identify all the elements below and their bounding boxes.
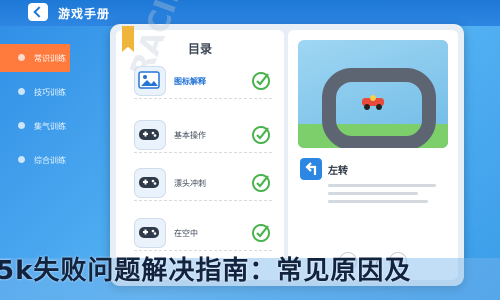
headline-overlay: 5k失败问题解决指南：常见原因及 (0, 256, 412, 286)
track-preview-image (298, 40, 448, 148)
check-icon (250, 222, 272, 244)
toc-entry-label: 图标解释 (174, 76, 206, 86)
sidebar-item-common[interactable]: 常识训练 (0, 44, 70, 72)
sidebar-item-label: 集气训练 (34, 121, 66, 131)
turn-left-icon (300, 158, 322, 180)
gamepad-icon (134, 168, 166, 198)
description-line (328, 192, 418, 195)
back-button[interactable] (28, 3, 48, 21)
check-icon (250, 172, 272, 194)
check-icon (250, 70, 272, 92)
toc-entry[interactable]: 漂头冲刺 (134, 166, 272, 201)
toc-entry[interactable]: 在空中 (134, 216, 272, 251)
gamepad-icon (134, 120, 166, 150)
toc-entry-label: 在空中 (174, 228, 198, 238)
detail-page: 左转 ‹ 1/7 › (288, 30, 458, 280)
image-icon (134, 66, 166, 96)
sidebar-item-skill[interactable]: 技巧训练 (0, 78, 70, 106)
gamepad-icon (134, 218, 166, 248)
check-icon (250, 124, 272, 146)
sidebar-item-boost[interactable]: 集气训练 (0, 112, 70, 140)
app-title: 游戏手册 (58, 7, 111, 21)
detail-title: 左转 (328, 166, 348, 177)
sidebar-item-label: 常识训练 (34, 53, 66, 63)
toc-title: 目录 (187, 42, 212, 56)
top-bar: 游戏手册 (0, 0, 500, 26)
sidebar-item-combined[interactable]: 综合训练 (0, 146, 70, 174)
sidebar-item-label: 技巧训练 (34, 87, 66, 97)
toc-entry[interactable]: 基本操作 (134, 118, 272, 153)
toc-page: RACING 目录 图标解释 基本操作 漂头冲刺 在空中 (116, 0, 284, 280)
kart-icon (362, 95, 384, 110)
manual-book: RACING 目录 图标解释 基本操作 漂头冲刺 在空中 左转 ‹ 1/7 › (110, 0, 464, 286)
description-line (328, 200, 428, 203)
toc-entry-label: 基本操作 (174, 130, 206, 140)
toc-entry-label: 漂头冲刺 (174, 178, 206, 188)
sidebar-item-label: 综合训练 (34, 155, 66, 165)
description-line (328, 184, 436, 187)
toc-entry[interactable]: 图标解释 (134, 64, 272, 99)
